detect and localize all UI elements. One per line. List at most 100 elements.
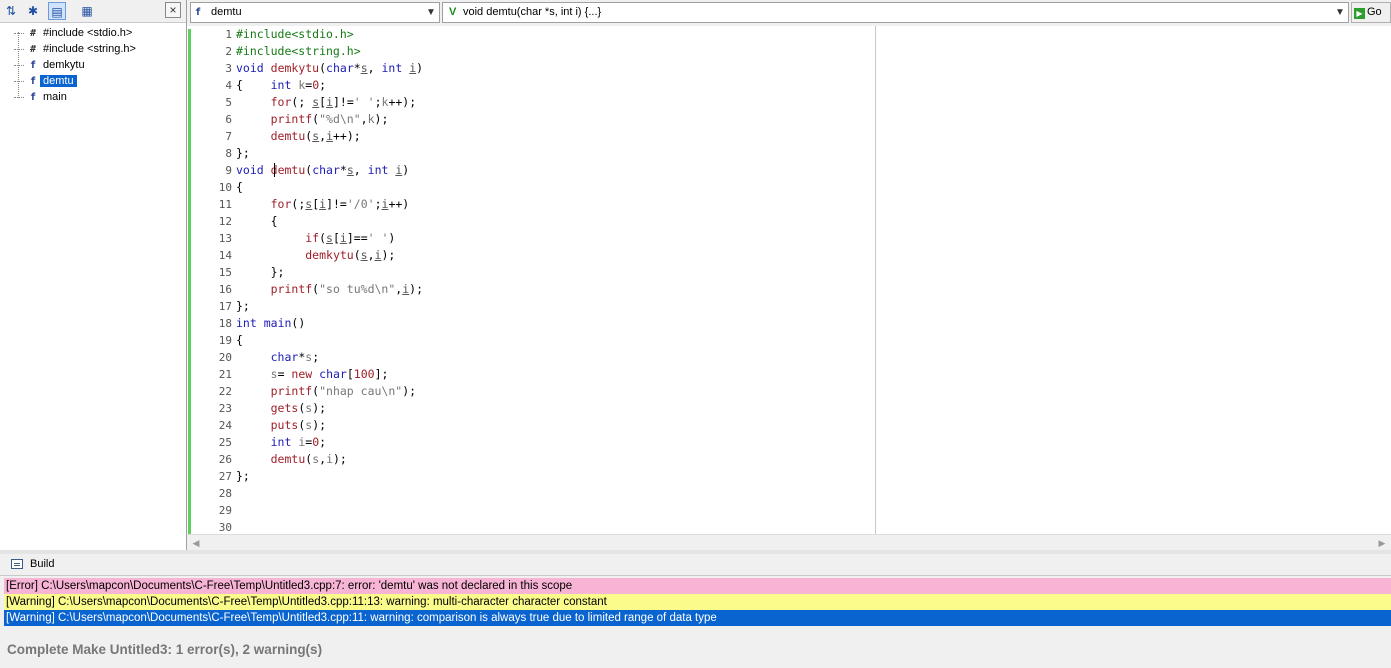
build-panel-header: Build <box>0 554 1391 576</box>
line-number: 1 <box>225 28 232 41</box>
build-summary: Complete Make Untitled3: 1 error(s), 2 w… <box>7 642 323 657</box>
properties-icon[interactable]: ▦ <box>78 2 96 20</box>
line-number: 23 <box>218 402 232 415</box>
tree-item-demkytu[interactable]: f demkytu <box>14 57 88 73</box>
sort-type-icon[interactable]: ✱ <box>24 2 42 20</box>
line-number-gutter: 1 2 3 4 5 6 7 8 9 10 11 12 13 14 15 16 1… <box>192 26 232 536</box>
go-label: Go <box>1367 6 1382 18</box>
line-number: 22 <box>218 385 232 398</box>
code-line: }; <box>236 146 250 160</box>
line-number: 26 <box>218 453 232 466</box>
line-number: 27 <box>218 470 232 483</box>
code-area[interactable]: #include<stdio.h> #include<string.h> voi… <box>236 26 874 536</box>
line-number: 13 <box>218 232 232 245</box>
tree-item-label: demkytu <box>43 59 85 71</box>
line-number: 7 <box>225 130 232 143</box>
code-line: int main() <box>236 316 306 330</box>
line-number: 20 <box>218 351 232 364</box>
code-line: char*s; <box>270 350 320 364</box>
go-button[interactable]: ▶ Go <box>1351 2 1391 23</box>
code-line: { <box>236 333 243 347</box>
signature-combo-value: void demtu(char *s, int i) {...} <box>463 6 602 18</box>
scroll-right-icon[interactable]: ▶ <box>1375 536 1389 550</box>
code-line: { <box>236 180 243 194</box>
line-number: 5 <box>225 96 232 109</box>
code-line: printf("%d\n",k); <box>270 112 389 126</box>
tree-item-main[interactable]: f main <box>14 89 70 105</box>
code-line: }; <box>236 299 250 313</box>
function-icon: f <box>29 76 37 87</box>
line-number: 21 <box>218 368 232 381</box>
code-line: demtu(s,i++); <box>270 129 361 143</box>
code-line: gets(s); <box>270 401 327 415</box>
code-line: if(s[i]==' ') <box>305 231 396 245</box>
right-margin-line <box>875 26 876 534</box>
tree-item-label: main <box>43 91 67 103</box>
check-v-icon: V <box>449 6 457 18</box>
line-number: 15 <box>218 266 232 279</box>
code-line: void demtu(char*s, int i) <box>236 163 410 177</box>
line-number: 12 <box>218 215 232 228</box>
line-number: 10 <box>218 181 232 194</box>
modified-lines-bar <box>188 29 191 536</box>
code-line: demkytu(s,i); <box>305 248 396 262</box>
close-panel-button[interactable]: × <box>165 2 181 18</box>
function-icon: f <box>29 60 37 71</box>
line-number: 2 <box>225 45 232 58</box>
line-number: 14 <box>218 249 232 262</box>
line-number: 24 <box>218 419 232 432</box>
code-line: #include<stdio.h> <box>236 27 354 41</box>
include-icon: # <box>29 44 37 55</box>
line-number: 6 <box>225 113 232 126</box>
line-number: 9 <box>225 164 232 177</box>
tree-view-icon[interactable]: ▤ <box>48 2 66 20</box>
text-caret <box>274 163 275 177</box>
code-line: { <box>236 214 278 228</box>
line-number: 3 <box>225 62 232 75</box>
code-line: #include<string.h> <box>236 44 361 58</box>
line-number: 8 <box>225 147 232 160</box>
build-window-icon <box>11 559 23 569</box>
line-number: 19 <box>218 334 232 347</box>
tree-item-label: demtu <box>40 75 77 87</box>
build-message-error[interactable]: [Error] C:\Users\mapcon\Documents\C-Free… <box>4 578 1391 594</box>
go-arrow-icon: ▶ <box>1354 8 1365 19</box>
code-line: demtu(s,i); <box>270 452 347 466</box>
tree-item-label: #include <string.h> <box>43 43 136 55</box>
chevron-down-icon[interactable]: ▼ <box>1332 3 1348 22</box>
code-line: puts(s); <box>270 418 327 432</box>
scroll-left-icon[interactable]: ◀ <box>189 536 203 550</box>
code-line: for(; s[i]!=' ';k++); <box>270 95 417 109</box>
code-line: int i=0; <box>270 435 327 449</box>
code-line: for(;s[i]!='/0';i++) <box>270 197 410 211</box>
function-combo-value: demtu <box>211 6 242 18</box>
line-number: 25 <box>218 436 232 449</box>
include-icon: # <box>29 28 37 39</box>
tree-item-stdio[interactable]: # #include <stdio.h> <box>14 25 135 41</box>
function-combo[interactable]: f demtu ▼ <box>190 2 440 23</box>
tree-item-demtu[interactable]: f demtu <box>14 73 77 89</box>
line-number: 28 <box>218 487 232 500</box>
code-line: }; <box>236 265 285 279</box>
build-message-warning-selected[interactable]: [Warning] C:\Users\mapcon\Documents\C-Fr… <box>4 610 1391 626</box>
line-number: 11 <box>218 198 232 211</box>
code-line: printf("nhap cau\n"); <box>270 384 417 398</box>
build-message-warning[interactable]: [Warning] C:\Users\mapcon\Documents\C-Fr… <box>4 594 1391 610</box>
function-icon: f <box>29 92 37 103</box>
tree-toolbar: ⇅ ✱ ▤ ▦ × <box>0 0 186 23</box>
function-icon: f <box>195 7 202 18</box>
signature-combo[interactable]: Vvoid demtu(char *s, int i) {...} ▼ <box>442 2 1349 23</box>
code-line: s= new char[100]; <box>270 367 389 381</box>
line-number: 16 <box>218 283 232 296</box>
line-number: 29 <box>218 504 232 517</box>
line-number: 4 <box>225 79 232 92</box>
chevron-down-icon[interactable]: ▼ <box>423 3 439 22</box>
code-line: void demkytu(char*s, int i) <box>236 61 424 75</box>
tree-item-string[interactable]: # #include <string.h> <box>14 41 139 57</box>
code-line: printf("so tu%d\n",i); <box>270 282 424 296</box>
line-number: 18 <box>218 317 232 330</box>
sort-az-icon[interactable]: ⇅ <box>2 2 20 20</box>
build-title: Build <box>30 558 55 570</box>
horizontal-scrollbar[interactable]: ◀ ▶ <box>187 534 1391 551</box>
code-line: { int k=0; <box>236 78 327 92</box>
